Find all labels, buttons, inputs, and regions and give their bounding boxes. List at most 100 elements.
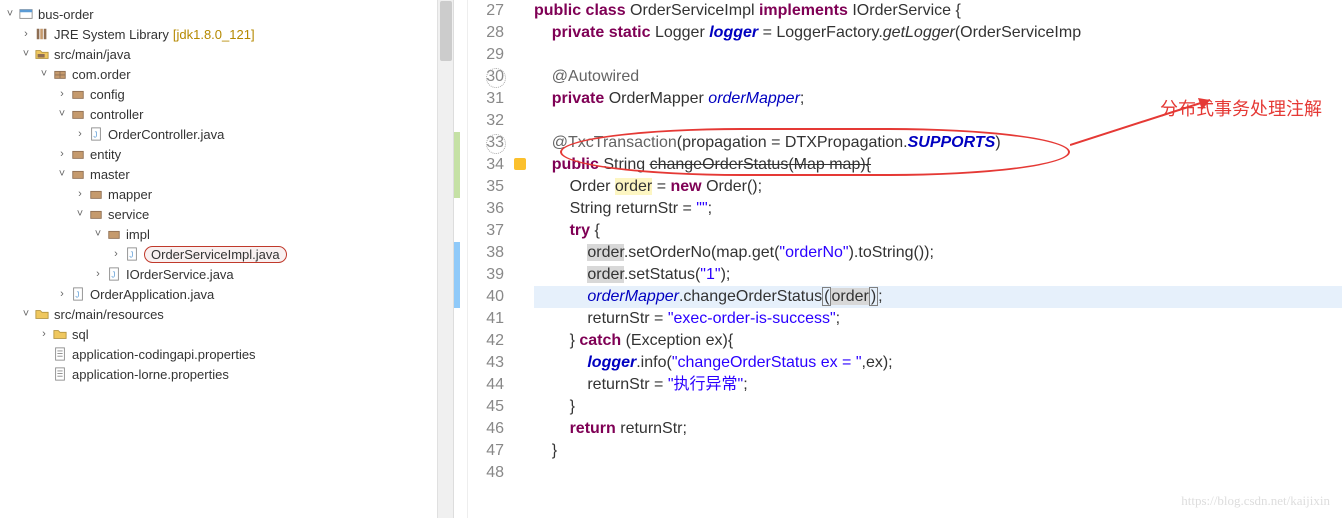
file-orderserviceimpl-label: OrderServiceImpl.java [144, 246, 287, 263]
chevron-down-icon[interactable]: ˅ [2, 8, 18, 20]
line-numbers: 27 28 29 30 31 32 33 34 35 36 37 38 39 4… [468, 0, 512, 518]
code-line[interactable]: return returnStr; [534, 418, 1342, 440]
srcmainjava-label: src/main/java [54, 47, 131, 62]
editor-ruler [454, 0, 468, 518]
code-line[interactable]: try { [534, 220, 1342, 242]
lineno: 39 [468, 264, 504, 286]
file-ordercontroller-label: OrderController.java [108, 127, 224, 142]
code-line[interactable]: order.setOrderNo(map.get("orderNo").toSt… [534, 242, 1342, 264]
lineno: 40 [468, 286, 504, 308]
java-file-icon: J [124, 246, 140, 262]
properties-file-icon [52, 346, 68, 362]
pkg-comorder-label: com.order [72, 67, 131, 82]
chevron-down-icon[interactable]: ˅ [36, 68, 52, 80]
file-node[interactable]: › J OrderController.java [0, 124, 453, 144]
code-line[interactable]: public class OrderServiceImpl implements… [534, 0, 1342, 22]
chevron-down-icon[interactable]: ˅ [54, 168, 70, 180]
lineno: 41 [468, 308, 504, 330]
package-icon [70, 86, 86, 102]
explorer-scrollbar[interactable] [437, 0, 453, 518]
chevron-right-icon[interactable]: › [90, 268, 106, 280]
package-explorer[interactable]: ˅ bus-order › JRE System Library [jdk1.8… [0, 0, 454, 518]
pkg-controller-label: controller [90, 107, 143, 122]
lineno: 47 [468, 440, 504, 462]
code-line[interactable]: private OrderMapper orderMapper; [534, 88, 1342, 110]
chevron-right-icon[interactable]: › [54, 88, 70, 100]
project-label: bus-order [38, 7, 94, 22]
package-node[interactable]: › entity [0, 144, 453, 164]
code-line[interactable]: Order order = new Order(); [534, 176, 1342, 198]
java-file-icon: J [106, 266, 122, 282]
srcfolder-node[interactable]: ˅ src/main/java [0, 44, 453, 64]
file-orderapplication-label: OrderApplication.java [90, 287, 214, 302]
code-line[interactable]: @TxcTransaction(propagation = DTXPropaga… [534, 132, 1342, 154]
chevron-down-icon[interactable]: ˅ [54, 108, 70, 120]
chevron-right-icon[interactable]: › [72, 188, 88, 200]
code-line[interactable]: returnStr = "exec-order-is-success"; [534, 308, 1342, 330]
code-line[interactable] [534, 110, 1342, 132]
package-node[interactable]: ˅ service [0, 204, 453, 224]
pkg-mapper-label: mapper [108, 187, 152, 202]
package-icon [52, 66, 68, 82]
lineno: 44 [468, 374, 504, 396]
package-icon [70, 106, 86, 122]
folder-node[interactable]: › sql [0, 324, 453, 344]
code-line[interactable]: String returnStr = ""; [534, 198, 1342, 220]
warning-icon[interactable] [512, 154, 530, 176]
code-line[interactable] [534, 44, 1342, 66]
code-area[interactable]: public class OrderServiceImpl implements… [530, 0, 1342, 518]
package-node[interactable]: ˅ impl [0, 224, 453, 244]
file-node[interactable]: › J IOrderService.java [0, 264, 453, 284]
chevron-right-icon[interactable]: › [54, 288, 70, 300]
svg-text:J: J [93, 131, 97, 140]
package-node[interactable]: › config [0, 84, 453, 104]
chevron-down-icon[interactable]: ˅ [90, 228, 106, 240]
code-line[interactable] [534, 462, 1342, 484]
file-node[interactable]: › J OrderApplication.java [0, 284, 453, 304]
project-node[interactable]: ˅ bus-order [0, 4, 453, 24]
lineno: 37 [468, 220, 504, 242]
svg-text:J: J [75, 291, 79, 300]
chevron-right-icon[interactable]: › [108, 248, 124, 260]
code-line[interactable]: private static Logger logger = LoggerFac… [534, 22, 1342, 44]
code-line[interactable]: logger.info("changeOrderStatus ex = ",ex… [534, 352, 1342, 374]
chevron-down-icon[interactable]: ˅ [18, 48, 34, 60]
package-node[interactable]: ˅ controller [0, 104, 453, 124]
svg-text:J: J [111, 271, 115, 280]
chevron-right-icon[interactable]: › [36, 328, 52, 340]
chevron-right-icon[interactable]: › [18, 28, 34, 40]
code-line[interactable]: } [534, 440, 1342, 462]
lineno: 31 [468, 88, 504, 110]
package-node[interactable]: ˅ com.order [0, 64, 453, 84]
code-line[interactable]: @Autowired [534, 66, 1342, 88]
srcmainresources-label: src/main/resources [54, 307, 164, 322]
package-node[interactable]: ˅ master [0, 164, 453, 184]
code-line[interactable]: public String changeOrderStatus(Map map)… [534, 154, 1342, 176]
file-node-selected[interactable]: › J OrderServiceImpl.java [0, 244, 453, 264]
file-appcoding-label: application-codingapi.properties [72, 347, 256, 362]
lineno: 35 [468, 176, 504, 198]
code-line[interactable]: } [534, 396, 1342, 418]
pkg-config-label: config [90, 87, 125, 102]
lineno: 34 [468, 154, 504, 176]
lineno: 46 [468, 418, 504, 440]
chevron-down-icon[interactable]: ˅ [18, 308, 34, 320]
package-node[interactable]: › mapper [0, 184, 453, 204]
code-line[interactable]: } catch (Exception ex){ [534, 330, 1342, 352]
chevron-right-icon[interactable]: › [72, 128, 88, 140]
chevron-down-icon[interactable]: ˅ [72, 208, 88, 220]
code-editor[interactable]: 27 28 29 30 31 32 33 34 35 36 37 38 39 4… [454, 0, 1342, 518]
code-line[interactable]: order.setStatus("1"); [534, 264, 1342, 286]
code-line[interactable]: returnStr = "执行异常"; [534, 374, 1342, 396]
lineno: 27 [468, 0, 504, 22]
scrollbar-thumb[interactable] [440, 1, 452, 61]
file-node[interactable]: application-codingapi.properties [0, 344, 453, 364]
jre-node[interactable]: › JRE System Library [jdk1.8.0_121] [0, 24, 453, 44]
code-line-current[interactable]: orderMapper.changeOrderStatus(order); [534, 286, 1342, 308]
file-node[interactable]: application-lorne.properties [0, 364, 453, 384]
lineno: 33 [468, 132, 504, 154]
package-icon [88, 206, 104, 222]
package-icon [106, 226, 122, 242]
chevron-right-icon[interactable]: › [54, 148, 70, 160]
srcfolder-node[interactable]: ˅ src/main/resources [0, 304, 453, 324]
